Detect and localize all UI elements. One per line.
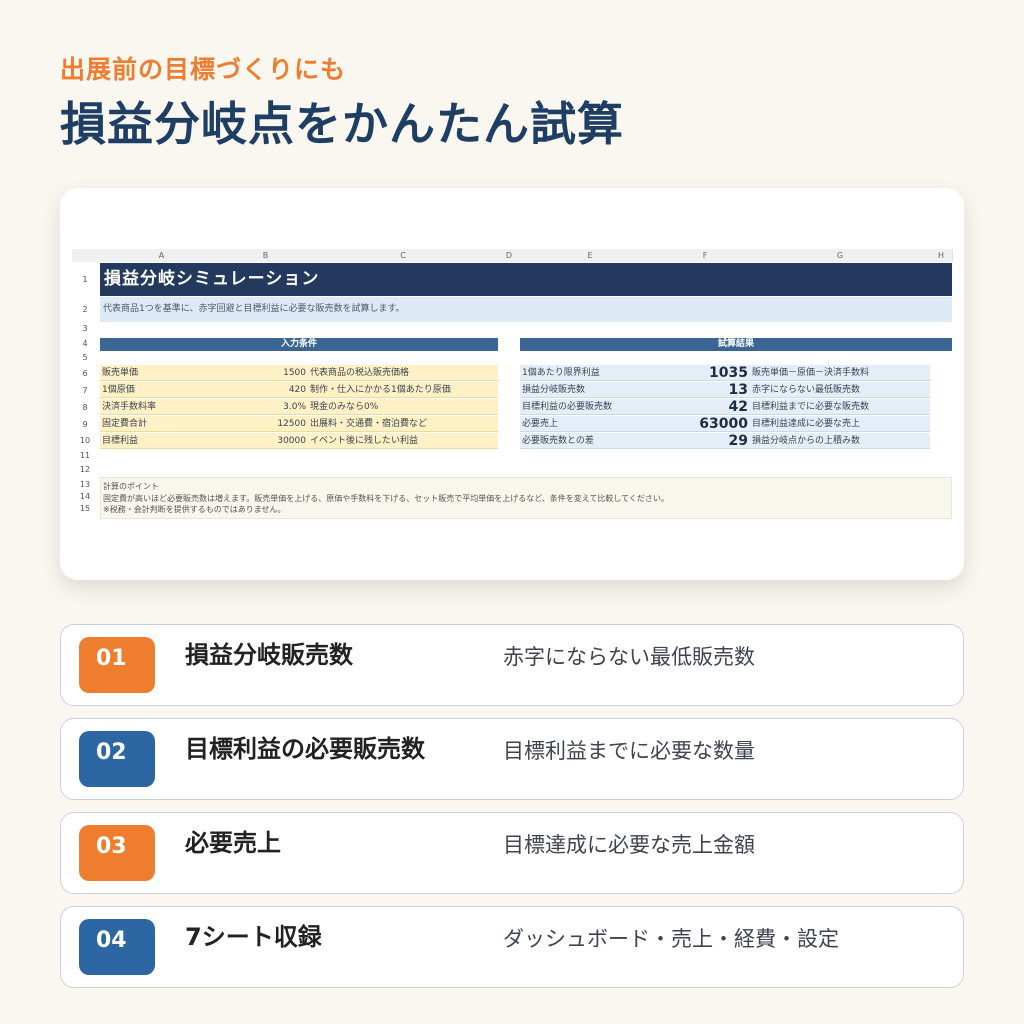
input-value[interactable]: 1500 (223, 365, 308, 381)
sheet-title-banner: 損益分岐シミュレーション (100, 263, 952, 296)
row-header: 15 (79, 504, 91, 513)
row-header: 6 (82, 369, 88, 378)
feature-number-badge: 03 (79, 825, 155, 881)
notes-disclaimer: ※税務・会計判断を提供するものではありません。 (103, 505, 286, 514)
feature-name: 目標利益の必要販売数 (185, 735, 425, 763)
feature-description: 目標達成に必要な売上金額 (503, 833, 755, 857)
feature-name: 必要売上 (185, 829, 281, 857)
row-header: 12 (79, 465, 91, 474)
subtitle: 出展前の目標づくりにも (60, 55, 347, 84)
row-header: 13 (79, 480, 91, 489)
feature-description: 目標利益までに必要な数量 (503, 739, 755, 763)
page-title: 損益分岐点をかんたん試算 (60, 97, 624, 151)
output-value[interactable]: 13 (660, 382, 750, 398)
input-note[interactable]: 現金のみなら0% (308, 399, 498, 415)
feature-card-03: 03 必要売上 目標達成に必要な売上金額 (60, 812, 964, 894)
output-value[interactable]: 1035 (660, 365, 750, 381)
col-header-a: A (100, 249, 224, 262)
output-label[interactable]: 必要売上 (520, 416, 660, 432)
output-label[interactable]: 1個あたり限界利益 (520, 365, 660, 381)
notes-body: 固定費が高いほど必要販売数は増えます。販売単価を上げる、原価や手数料を下げる、セ… (103, 493, 669, 503)
input-note[interactable]: 制作・仕入にかかる1個あたり原価 (308, 382, 498, 398)
feature-card-04: 04 7シート収録 ダッシュボード・売上・経費・設定 (60, 906, 964, 988)
row-header: 2 (82, 305, 88, 314)
notes-heading: 計算のポイント (103, 482, 159, 491)
output-value[interactable]: 29 (660, 433, 750, 449)
row-header: 4 (82, 339, 88, 348)
output-value[interactable]: 63000 (660, 416, 750, 432)
output-note[interactable]: 目標利益までに必要な販売数 (750, 399, 930, 415)
output-label[interactable]: 目標利益の必要販売数 (520, 399, 660, 415)
feature-name: 7シート収録 (185, 923, 322, 951)
input-label[interactable]: 1個原価 (100, 382, 223, 398)
col-header-c: C (308, 249, 499, 262)
output-note[interactable]: 目標利益達成に必要な売上 (750, 416, 930, 432)
input-section-header: 入力条件 (100, 338, 498, 351)
col-header-h: H (930, 249, 953, 262)
output-label[interactable]: 損益分岐販売数 (520, 382, 660, 398)
row-header: 8 (82, 403, 88, 412)
feature-description: ダッシュボード・売上・経費・設定 (503, 927, 839, 951)
row-header: 11 (79, 451, 91, 460)
output-note[interactable]: 販売単価－原価－決済手数料 (750, 365, 930, 381)
col-header-b: B (223, 249, 309, 262)
input-note[interactable]: 代表商品の税込販売価格 (308, 365, 498, 381)
col-header-g: G (750, 249, 931, 262)
feature-card-02: 02 目標利益の必要販売数 目標利益までに必要な数量 (60, 718, 964, 800)
col-header-d: D (498, 249, 521, 262)
input-label[interactable]: 固定費合計 (100, 416, 223, 432)
row-header: 14 (79, 492, 91, 501)
input-value[interactable]: 12500 (223, 416, 308, 432)
input-value[interactable]: 30000 (223, 433, 308, 449)
feature-number-badge: 04 (79, 919, 155, 975)
input-note[interactable]: イベント後に残したい利益 (308, 433, 498, 449)
output-note[interactable]: 損益分岐点からの上積み数 (750, 433, 930, 449)
input-label[interactable]: 目標利益 (100, 433, 223, 449)
row-header: 3 (82, 324, 88, 333)
output-note[interactable]: 赤字にならない最低販売数 (750, 382, 930, 398)
calculation-notes: 計算のポイント 固定費が高いほど必要販売数は増えます。販売単価を上げる、原価や手… (100, 477, 952, 519)
feature-name: 損益分岐販売数 (185, 641, 353, 669)
spreadsheet: A B C D E F G H 1 2 3 4 5 6 7 8 9 10 11 … (72, 249, 953, 519)
input-label[interactable]: 販売単価 (100, 365, 223, 381)
row-header: 1 (82, 275, 88, 284)
row-header: 9 (82, 420, 88, 429)
input-label[interactable]: 決済手数料率 (100, 399, 223, 415)
col-header-f: F (660, 249, 751, 262)
input-value[interactable]: 420 (223, 382, 308, 398)
feature-number-badge: 01 (79, 637, 155, 693)
feature-description: 赤字にならない最低販売数 (503, 645, 755, 669)
row-header: 10 (79, 436, 91, 445)
row-header: 7 (82, 386, 88, 395)
input-value[interactable]: 3.0% (223, 399, 308, 415)
corner-cell (72, 249, 101, 262)
sheet-description: 代表商品1つを基準に、赤字回避と目標利益に必要な販売数を試算します。 (100, 297, 952, 322)
row-header: 5 (82, 353, 88, 362)
output-label[interactable]: 必要販売数との差 (520, 433, 660, 449)
feature-number-badge: 02 (79, 731, 155, 787)
feature-card-01: 01 損益分岐販売数 赤字にならない最低販売数 (60, 624, 964, 706)
output-value[interactable]: 42 (660, 399, 750, 415)
col-header-e: E (520, 249, 661, 262)
spreadsheet-preview-card: A B C D E F G H 1 2 3 4 5 6 7 8 9 10 11 … (60, 188, 964, 580)
input-note[interactable]: 出展料・交通費・宿泊費など (308, 416, 498, 432)
output-section-header: 試算結果 (520, 338, 952, 351)
